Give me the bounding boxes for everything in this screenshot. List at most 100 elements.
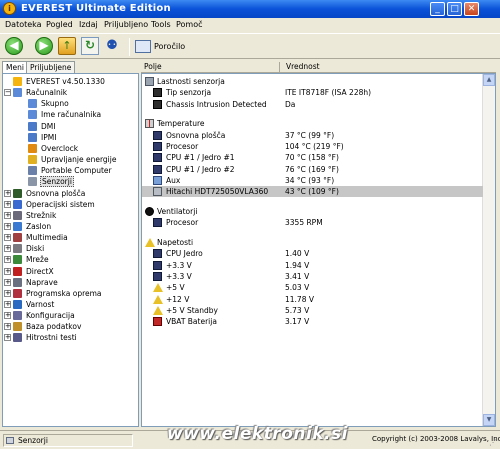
tree-item[interactable]: Overclock: [3, 143, 138, 154]
menu-bar: Datoteka Pogled Izdaj Priljubljeno Tools…: [0, 18, 500, 32]
sensor-value: 34 °C (93 °F): [285, 175, 335, 185]
tree-item[interactable]: + Mreže: [3, 254, 138, 265]
users-icon[interactable]: ⚉: [103, 37, 121, 55]
sensor-row[interactable]: Aux 34 °C (93 °F): [142, 175, 483, 186]
forward-icon[interactable]: ▶: [35, 37, 53, 55]
tree-item[interactable]: Ime računalnika: [3, 109, 138, 120]
expand-icon[interactable]: +: [4, 222, 11, 230]
menu-favorites[interactable]: Priljubljeno: [104, 20, 148, 29]
tree-item[interactable]: − Računalnik: [3, 87, 138, 98]
tree-item[interactable]: Skupno: [3, 98, 138, 109]
expand-icon[interactable]: +: [4, 334, 11, 342]
tree-item[interactable]: + Diski: [3, 243, 138, 254]
sensor-field: Hitachi HDT725050VLA360: [166, 187, 269, 197]
sensor-row[interactable]: +12 V 11.78 V: [142, 294, 483, 305]
close-button[interactable]: ✕: [464, 2, 479, 16]
tree-item[interactable]: + Baza podatkov: [3, 321, 138, 332]
title-bar: i EVEREST Ultimate Edition _ □ ✕: [0, 0, 500, 18]
menu-file[interactable]: Datoteka: [5, 20, 42, 29]
board-icon: [153, 142, 162, 151]
tree-item[interactable]: + Hitrostni testi: [3, 332, 138, 343]
collapse-icon[interactable]: −: [4, 89, 11, 97]
sensor-row[interactable]: CPU Jedro 1.40 V: [142, 248, 483, 259]
expand-icon[interactable]: +: [4, 323, 11, 331]
sensor-value: 76 °C (169 °F): [285, 164, 339, 174]
expand-icon[interactable]: +: [4, 312, 11, 320]
sensor-row[interactable]: Osnovna plošča 37 °C (99 °F): [142, 130, 483, 141]
tree-item[interactable]: + Varnost: [3, 299, 138, 310]
tree-item[interactable]: Portable Computer: [3, 165, 138, 176]
resize-grip-icon[interactable]: ⋰: [489, 438, 499, 448]
tree-item[interactable]: + Operacijski sistem: [3, 199, 138, 210]
scroll-up-icon[interactable]: ▲: [483, 74, 495, 86]
expand-icon[interactable]: +: [4, 234, 11, 242]
sensor-field: +5 V Standby: [166, 305, 218, 315]
minimize-button[interactable]: _: [430, 2, 445, 16]
section-header[interactable]: Ventilatorji: [142, 206, 483, 217]
sensor-row[interactable]: Tip senzorja ITE IT8718F (ISA 228h): [142, 87, 483, 98]
tree-item[interactable]: + Naprave: [3, 277, 138, 288]
sensor-row[interactable]: +3.3 V 1.94 V: [142, 260, 483, 271]
section-header[interactable]: Temperature: [142, 118, 483, 129]
sensor-row[interactable]: +5 V 5.03 V: [142, 282, 483, 293]
scroll-down-icon[interactable]: ▼: [483, 414, 495, 426]
menu-help[interactable]: Pomoč: [176, 20, 203, 29]
sensor-row[interactable]: Procesor 104 °C (219 °F): [142, 141, 483, 152]
sensor-list[interactable]: ▲ ▼ Lastnosti senzorja Tip senzorja ITE IT…: [141, 73, 496, 427]
expand-icon[interactable]: +: [4, 211, 11, 219]
tree-item-label: IPMI: [41, 132, 57, 142]
expand-icon[interactable]: +: [4, 278, 11, 286]
sensor-row[interactable]: VBAT Baterija 3.17 V: [142, 316, 483, 327]
sensor-value: 104 °C (219 °F): [285, 142, 344, 151]
expand-icon[interactable]: +: [4, 245, 11, 253]
tree-item[interactable]: EVEREST v4.50.1330: [3, 76, 138, 87]
section-header[interactable]: Lastnosti senzorja: [142, 76, 483, 87]
menu-report[interactable]: Izdaj: [79, 20, 98, 29]
sensor-row[interactable]: CPU #1 / Jedro #1 70 °C (158 °F): [142, 152, 483, 163]
tree-item[interactable]: Senzorji: [3, 176, 138, 188]
sensor-row[interactable]: +5 V Standby 5.73 V: [142, 305, 483, 316]
sensor-row[interactable]: Chassis Intrusion Detected Da: [142, 99, 483, 110]
sensor-row[interactable]: Hitachi HDT725050VLA360 43 °C (109 °F): [142, 186, 483, 198]
expand-icon[interactable]: +: [4, 200, 11, 208]
sensor-value: 3.41 V: [285, 272, 310, 281]
menu-view[interactable]: Pogled: [46, 20, 73, 29]
tree-item[interactable]: + Zaslon: [3, 221, 138, 232]
expand-icon[interactable]: +: [4, 301, 11, 308]
sensor-icon: [28, 177, 37, 187]
tree-item-label: Operacijski sistem: [26, 199, 95, 209]
back-icon[interactable]: ◀: [5, 37, 23, 55]
tree-item-label: Senzorji: [40, 176, 74, 188]
tree-item[interactable]: DMI: [3, 121, 138, 132]
tree-item[interactable]: + Strežnik: [3, 210, 138, 221]
sensor-row[interactable]: +3.3 V 3.41 V: [142, 271, 483, 282]
tree-item[interactable]: Upravljanje energije: [3, 154, 138, 165]
expand-icon[interactable]: +: [4, 189, 11, 197]
tree-item[interactable]: + Multimedia: [3, 232, 138, 243]
expand-icon[interactable]: +: [4, 256, 11, 264]
os-icon: [13, 199, 22, 209]
expand-icon[interactable]: +: [4, 289, 11, 297]
sensor-row[interactable]: Procesor 3355 RPM: [142, 217, 483, 228]
section-header[interactable]: Napetosti: [142, 237, 483, 248]
maximize-button[interactable]: □: [447, 2, 462, 16]
ipmi-icon: [28, 132, 37, 142]
tree-item[interactable]: + Konfiguracija: [3, 310, 138, 321]
network-icon: [13, 255, 22, 265]
column-divider[interactable]: [279, 62, 280, 72]
refresh-icon[interactable]: ↻: [81, 37, 99, 55]
vertical-scrollbar[interactable]: ▲ ▼: [482, 74, 495, 426]
tree-item[interactable]: IPMI: [3, 132, 138, 143]
tree-item[interactable]: + Osnovna plošča: [3, 188, 138, 199]
tree-item[interactable]: + Programska oprema: [3, 288, 138, 299]
navigation-tree[interactable]: EVEREST v4.50.1330 − Računalnik Skupno Ime r…: [2, 73, 139, 427]
sensor-row[interactable]: CPU #1 / Jedro #2 76 °C (169 °F): [142, 164, 483, 175]
up-folder-icon[interactable]: ↑: [58, 37, 76, 55]
column-value-header[interactable]: Vrednost: [286, 62, 320, 71]
expand-icon[interactable]: +: [4, 267, 11, 275]
menu-tools[interactable]: Tools: [151, 20, 171, 29]
board-icon: [153, 272, 162, 281]
column-field-header[interactable]: Polje: [144, 62, 162, 71]
tree-item[interactable]: + DirectX: [3, 266, 138, 277]
tab-favorites[interactable]: Priljubljene: [26, 61, 76, 73]
